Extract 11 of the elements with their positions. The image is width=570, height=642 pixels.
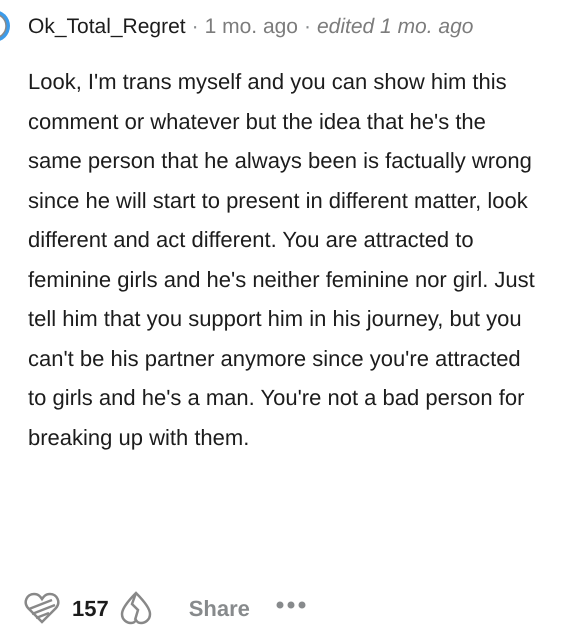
share-button[interactable]: Share	[188, 592, 250, 624]
timestamp[interactable]: 1 mo. ago	[204, 11, 298, 43]
edited-label: edited 1 mo. ago	[317, 14, 474, 40]
downvote-broken-heart-icon[interactable]	[118, 590, 153, 626]
comment-body: Look, I'm trans myself and you can show him this comment or whatever but the idea that he's the same person that he always been is factually wrong since he will start to present in different matter, look different and act different. You are attracted to feminine girls and he's neither feminine nor girl. Just tell him that you support him in his journey, but you can't be his partner anymore since you're attracted to girls and he's a man. You're not a bad person for breaking up with them.	[28, 68, 536, 452]
more-icon[interactable]	[276, 601, 306, 609]
username[interactable]: Ok_Total_Regret	[28, 11, 186, 43]
upvote-heart-icon[interactable]	[24, 590, 60, 626]
separator: ·	[192, 14, 199, 40]
separator: ·	[304, 14, 311, 40]
vote-count: 157	[72, 594, 109, 622]
